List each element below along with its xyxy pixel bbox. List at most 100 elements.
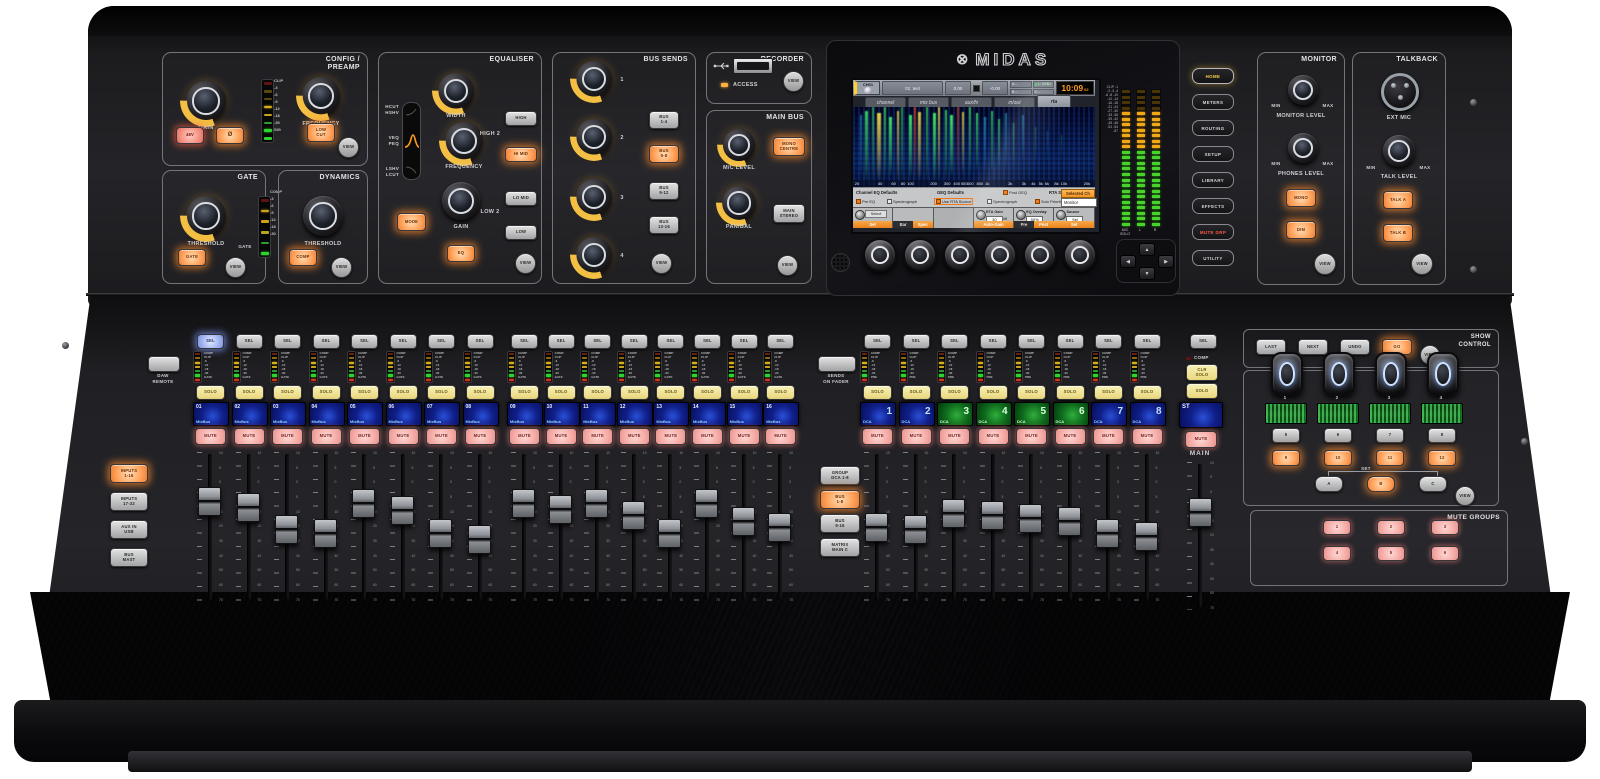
- assign-button-11[interactable]: 11: [1376, 450, 1404, 466]
- solo-button[interactable]: SOLO: [656, 385, 685, 400]
- softkey-toggle[interactable]: PrePost: [1014, 221, 1053, 228]
- select-button[interactable]: SEL: [1057, 334, 1084, 349]
- fader-handle[interactable]: [429, 519, 452, 548]
- arrow-left-key[interactable]: ◀: [1120, 255, 1136, 268]
- fader-handle[interactable]: [391, 496, 414, 525]
- arrow-down-key[interactable]: ▼: [1139, 267, 1155, 280]
- assign-button-6[interactable]: 6: [1324, 428, 1352, 443]
- select-button[interactable]: SEL: [980, 334, 1007, 349]
- select-button[interactable]: SEL: [511, 334, 538, 349]
- tab-channel[interactable]: channel: [865, 97, 906, 107]
- fader-handle[interactable]: [768, 513, 791, 542]
- eq-mode-button[interactable]: MODE: [397, 213, 426, 231]
- eq-band-lomid-button[interactable]: LO MID: [505, 191, 537, 206]
- view-button[interactable]: VIEW: [777, 255, 798, 276]
- mute-button[interactable]: MUTE: [1132, 428, 1163, 445]
- arrow-right-key[interactable]: ▶: [1158, 255, 1174, 268]
- main-solo-button[interactable]: SOLO: [1186, 383, 1218, 399]
- pan-bal-knob[interactable]: [722, 186, 756, 220]
- layer-group-dca-button[interactable]: GROUP DCA 1-8: [820, 466, 860, 485]
- softkey-cell-5[interactable]: EQ Overlay50%PrePost: [1014, 208, 1053, 228]
- bus-send-knob-3[interactable]: [576, 179, 612, 215]
- talk-a-button[interactable]: TALK A: [1383, 191, 1413, 209]
- bus-send-knob-4[interactable]: [576, 237, 612, 273]
- solo-button[interactable]: SOLO: [620, 385, 649, 400]
- main-select-button[interactable]: SEL: [1190, 334, 1217, 349]
- menu-home-button[interactable]: HOME: [1192, 68, 1234, 84]
- fader-handle[interactable]: [1058, 507, 1081, 536]
- menu-routing-button[interactable]: ROUTING: [1192, 120, 1234, 136]
- screen-encoder-2[interactable]: [903, 238, 937, 272]
- phantom-48v-button[interactable]: 48V: [176, 127, 204, 144]
- fader-handle[interactable]: [1135, 522, 1158, 551]
- select-button[interactable]: SEL: [941, 334, 968, 349]
- select-button[interactable]: SEL: [351, 334, 378, 349]
- gate-threshold-knob[interactable]: [186, 196, 226, 236]
- tab-auxfx[interactable]: aux/fx: [951, 97, 992, 107]
- layer-aux-in-usb-button[interactable]: AUX IN USB: [110, 520, 148, 539]
- softkey-cell-2[interactable]: BarSpec: [893, 208, 932, 228]
- mute-button[interactable]: MUTE: [582, 428, 613, 445]
- mute-group-2-button[interactable]: 2: [1377, 520, 1405, 535]
- softkey-toggle[interactable]: BarSpec: [893, 221, 932, 228]
- post-geq-option[interactable]: Post GEQ: [1003, 190, 1027, 195]
- fader-handle[interactable]: [622, 501, 645, 530]
- mc-level-knob[interactable]: [723, 129, 755, 161]
- fader-handle[interactable]: [198, 487, 221, 516]
- fader-handle[interactable]: [1019, 504, 1042, 533]
- solo-button[interactable]: SOLO: [1133, 385, 1162, 400]
- menu-meters-button[interactable]: METERS: [1192, 94, 1234, 110]
- select-button[interactable]: SEL: [903, 334, 930, 349]
- bus-5-8-button[interactable]: BUS 5-8: [649, 145, 679, 163]
- mute-button[interactable]: MUTE: [765, 428, 796, 445]
- solo-button[interactable]: SOLO: [510, 385, 539, 400]
- view-button[interactable]: VIEW: [783, 71, 804, 92]
- select-button[interactable]: SEL: [1095, 334, 1122, 349]
- ext-mic-xlr-connector[interactable]: [1381, 73, 1419, 111]
- softkey-cell-3[interactable]: [934, 208, 973, 228]
- mute-group-5-button[interactable]: 5: [1377, 546, 1405, 561]
- select-button[interactable]: SEL: [274, 334, 301, 349]
- select-button[interactable]: SEL: [390, 334, 417, 349]
- solo-button[interactable]: SOLO: [730, 385, 759, 400]
- assign-encoder-2[interactable]: [1323, 352, 1355, 396]
- solo-button[interactable]: SOLO: [979, 385, 1008, 400]
- tab-mixbus[interactable]: mix bus: [908, 97, 949, 107]
- mute-button[interactable]: MUTE: [1093, 428, 1124, 445]
- assign-button-12[interactable]: 12: [1428, 450, 1456, 466]
- use-rta-source-option[interactable]: Use RTA Source: [935, 199, 972, 204]
- layer-bus-1-8-button[interactable]: BUS 1-8: [820, 490, 860, 509]
- selected-ch-chip[interactable]: Selected Ch: [1061, 189, 1095, 198]
- usb-port[interactable]: [733, 58, 773, 74]
- fader-handle[interactable]: [981, 501, 1004, 530]
- main-fader-handle[interactable]: [1189, 498, 1212, 527]
- assign-button-7[interactable]: 7: [1376, 428, 1404, 443]
- select-button[interactable]: SEL: [767, 334, 794, 349]
- menu-mute-grp-button[interactable]: MUTE GRP: [1192, 224, 1234, 240]
- bus-9-12-button[interactable]: BUS 9-12: [649, 182, 679, 200]
- mute-button[interactable]: MUTE: [311, 428, 342, 445]
- assign-button-8[interactable]: 8: [1428, 428, 1456, 443]
- view-button[interactable]: VIEW: [1314, 253, 1336, 275]
- select-button[interactable]: SEL: [313, 334, 340, 349]
- mute-group-1-button[interactable]: 1: [1323, 520, 1351, 535]
- select-button[interactable]: SEL: [1018, 334, 1045, 349]
- fader-handle[interactable]: [352, 489, 375, 518]
- mute-button[interactable]: MUTE: [901, 428, 932, 445]
- solo-button[interactable]: SOLO: [940, 385, 969, 400]
- solo-button[interactable]: SOLO: [1017, 385, 1046, 400]
- softkey-cell-4[interactable]: RTA Gain30dBAuto-Gain: [974, 208, 1013, 228]
- softkey-action[interactable]: Auto-Gain: [974, 221, 1013, 228]
- solo-button[interactable]: SOLO: [863, 385, 892, 400]
- mute-button[interactable]: MUTE: [619, 428, 650, 445]
- solo-button[interactable]: SOLO: [196, 385, 225, 400]
- menu-utility-button[interactable]: UTILITY: [1192, 250, 1234, 266]
- select-button[interactable]: SEL: [236, 334, 263, 349]
- set-a-button[interactable]: A: [1315, 476, 1343, 492]
- fader-handle[interactable]: [549, 495, 572, 524]
- eq-band-low-button[interactable]: LOW: [505, 225, 537, 240]
- solo-button[interactable]: SOLO: [427, 385, 456, 400]
- eq-on-button[interactable]: EQ: [447, 245, 475, 262]
- mute-group-4-button[interactable]: 4: [1323, 546, 1351, 561]
- softkey-action[interactable]: Set: [853, 221, 892, 228]
